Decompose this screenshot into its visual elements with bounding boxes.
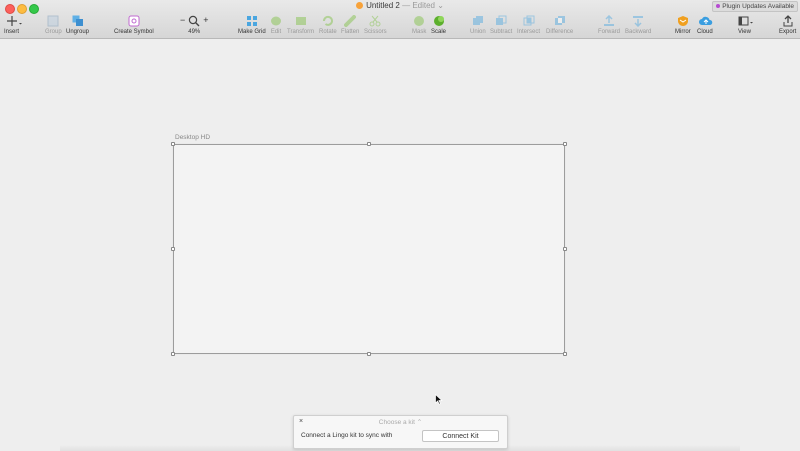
resize-handle-bottom-right[interactable] xyxy=(563,352,567,356)
resize-handle-left[interactable] xyxy=(171,247,175,251)
intersect-icon xyxy=(523,14,535,26)
backward-label: Backward xyxy=(625,29,652,35)
document-name: Untitled 2 xyxy=(366,1,400,10)
backward-icon xyxy=(632,14,644,28)
resize-handle-right[interactable] xyxy=(563,247,567,251)
plus-icon xyxy=(6,14,22,26)
group-icon xyxy=(47,14,59,27)
subtract-label: Subtract xyxy=(490,29,513,35)
edit-button[interactable]: Edit xyxy=(270,14,282,36)
flatten-button[interactable]: Flatten xyxy=(341,14,359,36)
forward-label: Forward xyxy=(598,29,621,35)
resize-handle-bottom[interactable] xyxy=(367,352,371,356)
ungroup-button[interactable]: Ungroup xyxy=(66,14,89,36)
mouse-cursor-icon xyxy=(435,392,443,410)
resize-handle-bottom-left[interactable] xyxy=(171,352,175,356)
backward-button[interactable]: Backward xyxy=(625,14,651,36)
rotate-button[interactable]: Rotate xyxy=(319,14,337,36)
rotate-icon xyxy=(322,14,334,26)
document-title[interactable]: Untitled 2 — Edited ⌄ xyxy=(0,1,800,11)
group-label: Group xyxy=(45,29,62,35)
zoom-in-button[interactable]: + xyxy=(203,14,208,26)
transform-label: Transform xyxy=(287,29,315,35)
export-label: Export xyxy=(779,29,797,35)
symbol-icon xyxy=(128,14,140,27)
mirror-button[interactable]: Mirror xyxy=(675,14,691,36)
view-button[interactable]: View xyxy=(738,14,754,36)
grid-icon xyxy=(246,14,258,26)
plugin-dot-icon xyxy=(716,4,721,8)
subtract-button[interactable]: Subtract xyxy=(490,14,512,36)
resize-handle-top[interactable] xyxy=(367,142,371,146)
view-icon xyxy=(738,14,754,26)
group-button[interactable]: Group xyxy=(45,14,62,36)
transform-button[interactable]: Transform xyxy=(287,14,314,36)
create-symbol-button[interactable]: Create Symbol xyxy=(114,14,154,36)
resize-handle-top-right[interactable] xyxy=(563,142,567,146)
difference-button[interactable]: Difference xyxy=(546,14,573,36)
union-button[interactable]: Union xyxy=(470,14,486,36)
resize-handle-top-left[interactable] xyxy=(171,142,175,146)
make-grid-label: Make Grid xyxy=(238,29,266,35)
artboard-title[interactable]: Desktop HD xyxy=(175,134,210,141)
ungroup-icon xyxy=(72,14,84,26)
flatten-icon xyxy=(344,14,357,27)
mirror-icon xyxy=(677,14,689,26)
edit-icon xyxy=(270,14,282,26)
plugin-updates-badge[interactable]: Plugin Updates Available xyxy=(712,1,798,12)
rotate-label: Rotate xyxy=(319,29,337,35)
insert-label: Insert xyxy=(4,29,20,35)
magnifier-icon xyxy=(188,14,200,27)
intersect-label: Intersect xyxy=(517,29,541,35)
scale-icon xyxy=(433,14,445,26)
subtract-icon xyxy=(495,14,507,26)
edit-label: Edit xyxy=(270,29,282,35)
choose-kit-dropdown[interactable]: Choose a kit ⌃ xyxy=(294,418,507,426)
mirror-label: Mirror xyxy=(675,29,691,35)
connect-kit-button[interactable]: Connect Kit xyxy=(422,430,499,442)
forward-icon xyxy=(603,14,615,26)
export-icon xyxy=(782,14,794,27)
sketch-document-icon xyxy=(356,2,364,9)
transform-icon xyxy=(295,14,307,26)
zoom-out-button[interactable]: − xyxy=(180,14,185,26)
edited-status: — Edited xyxy=(402,1,435,10)
export-button[interactable]: Export xyxy=(779,14,796,36)
cloud-label: Cloud xyxy=(697,29,713,35)
mask-label: Mask xyxy=(412,29,427,35)
artboard-desktop-hd[interactable] xyxy=(173,144,565,354)
forward-button[interactable]: Forward xyxy=(598,14,620,36)
lingo-panel: × Choose a kit ⌃ Connect a Lingo kit to … xyxy=(293,415,508,449)
flatten-label: Flatten xyxy=(341,29,360,35)
make-grid-button[interactable]: Make Grid xyxy=(238,14,266,36)
scale-label: Scale xyxy=(431,29,447,35)
zoom-level: 49% xyxy=(188,29,201,35)
union-label: Union xyxy=(470,29,486,35)
cloud-icon xyxy=(698,14,713,26)
create-symbol-label: Create Symbol xyxy=(114,29,154,35)
difference-icon xyxy=(554,14,566,26)
insert-button[interactable]: Insert xyxy=(4,14,22,36)
cloud-button[interactable]: Cloud xyxy=(697,14,713,36)
scissors-icon xyxy=(369,14,381,27)
scissors-button[interactable]: Scissors xyxy=(364,14,387,36)
view-label: View xyxy=(738,29,751,35)
mask-button[interactable]: Mask xyxy=(412,14,426,36)
zoom-control: − + 49% xyxy=(180,14,209,36)
lingo-message: Connect a Lingo kit to sync with xyxy=(301,432,393,439)
scale-button[interactable]: Scale xyxy=(431,14,446,36)
plugin-updates-label: Plugin Updates Available xyxy=(722,3,794,10)
intersect-button[interactable]: Intersect xyxy=(517,14,540,36)
title-bar: Untitled 2 — Edited ⌄ Plugin Updates Ava… xyxy=(0,0,800,39)
union-icon xyxy=(472,14,484,26)
difference-label: Difference xyxy=(546,29,574,35)
ungroup-label: Ungroup xyxy=(66,29,90,35)
mask-icon xyxy=(413,14,425,26)
chevron-down-icon: ⌄ xyxy=(437,1,444,10)
scissors-label: Scissors xyxy=(364,29,387,35)
